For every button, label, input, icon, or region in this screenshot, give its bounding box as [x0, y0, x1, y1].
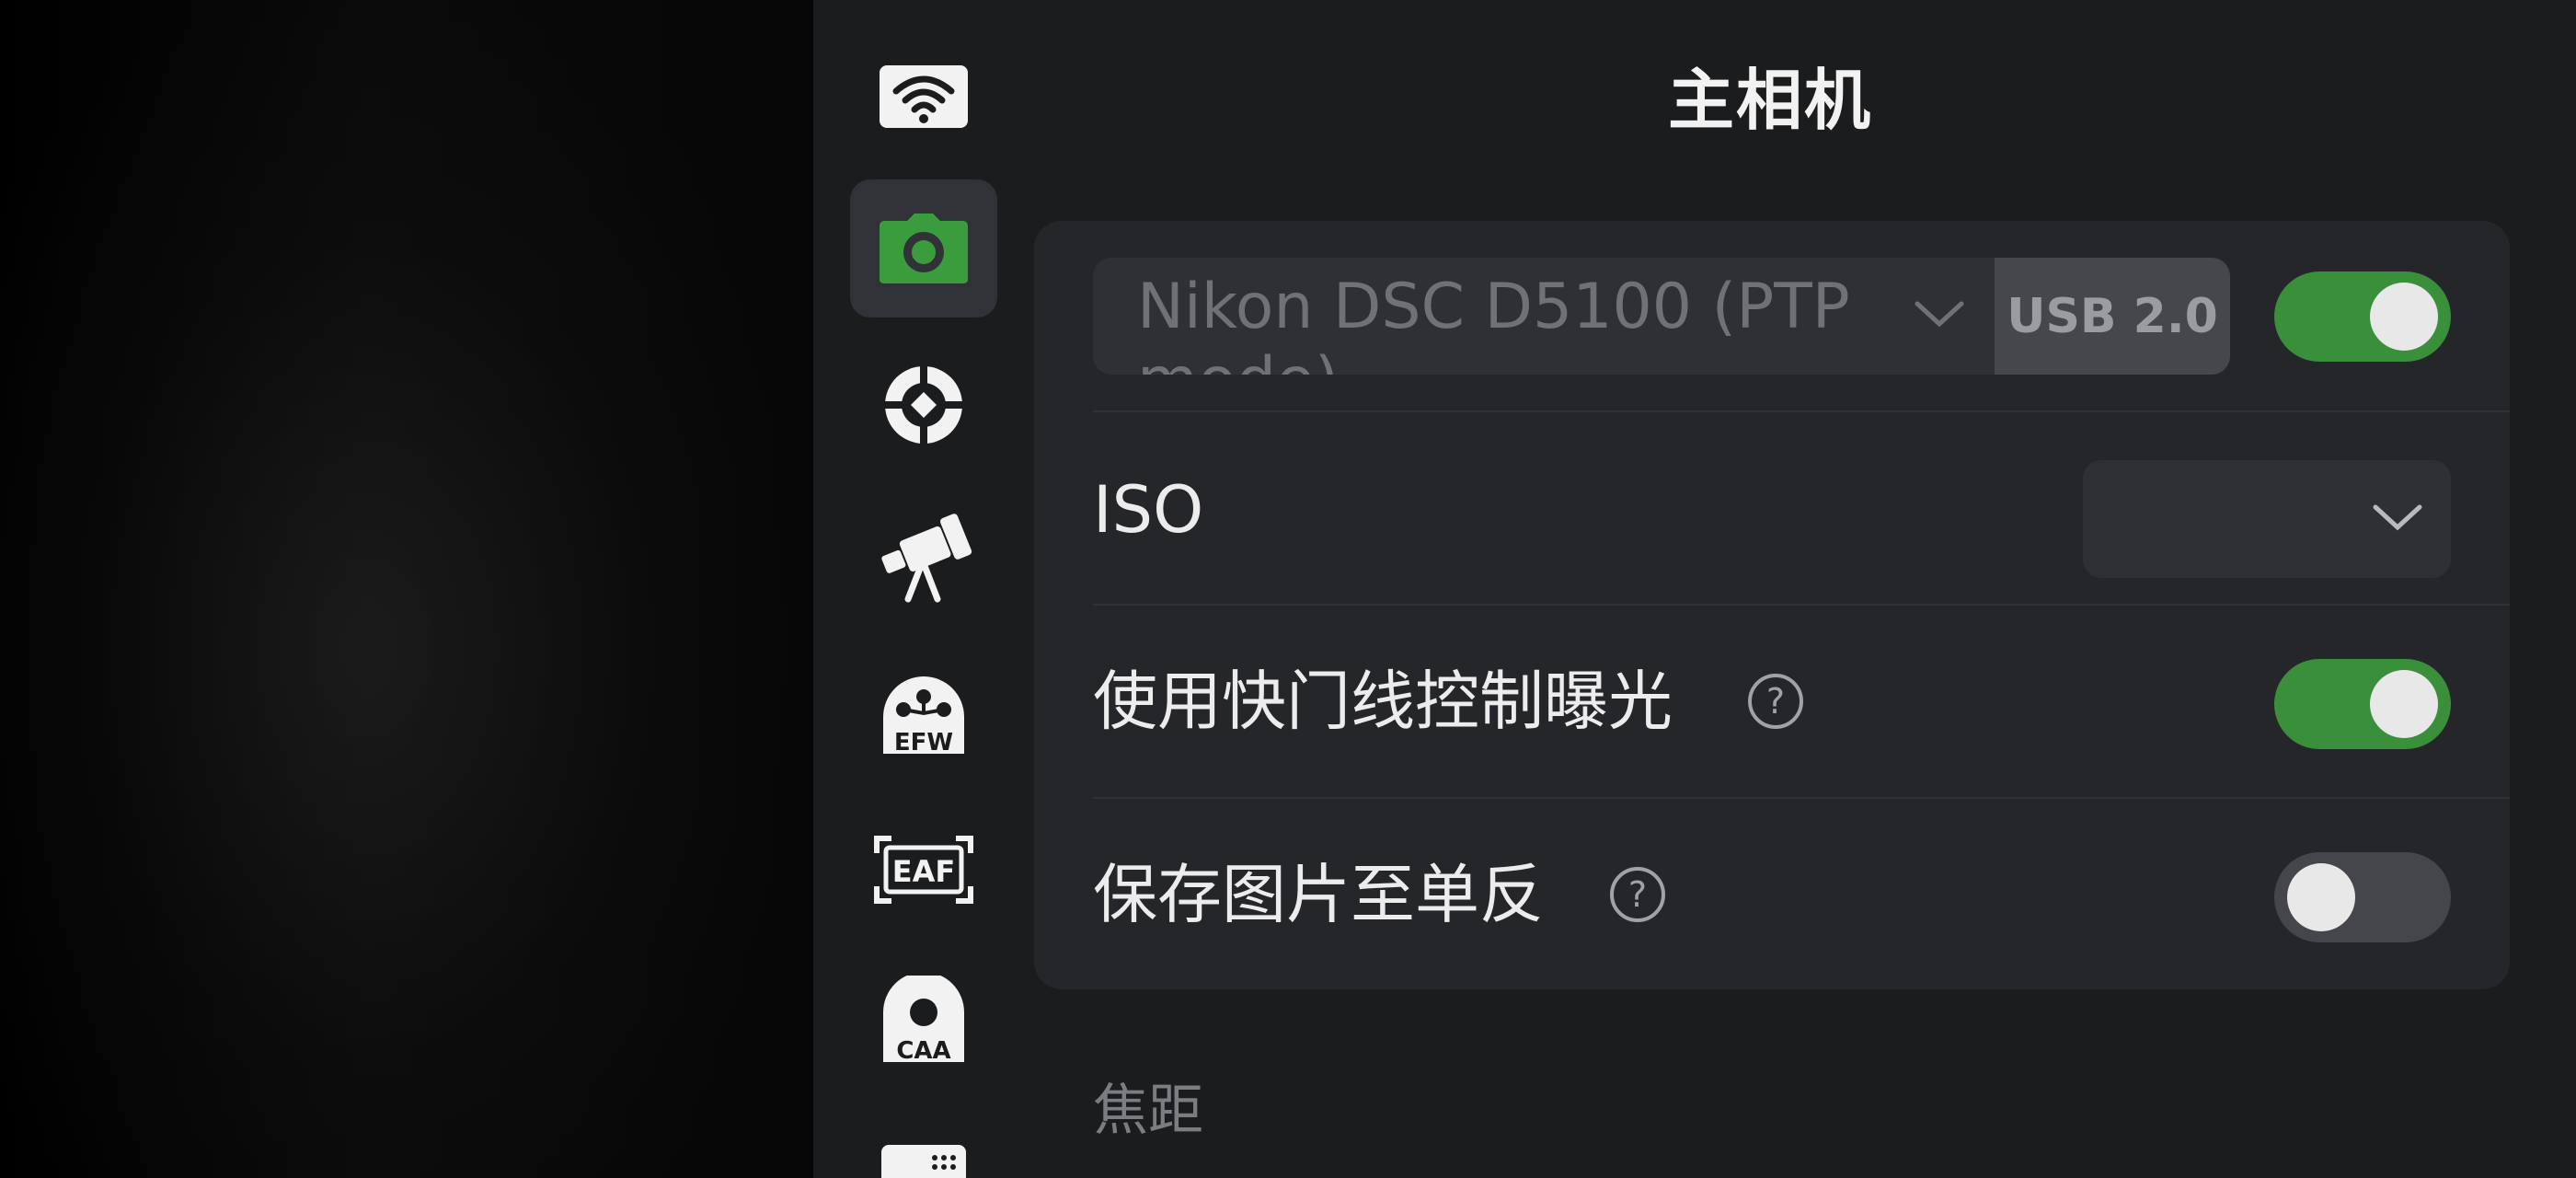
svg-text:?: ?	[1628, 874, 1647, 915]
device-sidebar: EFW EAF CAA	[813, 0, 1034, 1178]
wifi-icon	[880, 65, 968, 128]
chevron-down-icon	[1915, 301, 1964, 328]
camera-settings-card: Nikon DSC D5100 (PTP mode) USB 2.0 ISO 使…	[1034, 221, 2510, 989]
sidebar-item-more[interactable]	[850, 1104, 997, 1178]
sidebar-item-camera[interactable]	[850, 179, 997, 318]
filter-wheel-badge: EFW	[894, 729, 953, 756]
save-to-dslr-label: 保存图片至单反	[1093, 857, 1544, 932]
shutter-release-row: 使用快门线控制曝光 ?	[1093, 607, 2510, 799]
help-icon[interactable]: ?	[1746, 672, 1805, 731]
filter-wheel-icon: EFW	[883, 676, 964, 756]
guide-scope-icon	[883, 364, 964, 445]
chevron-down-icon	[2373, 504, 2422, 531]
shutter-release-label: 使用快门线控制曝光	[1093, 664, 1673, 739]
toggle-knob	[2370, 670, 2438, 738]
telescope-icon	[881, 514, 972, 603]
sidebar-item-telescope[interactable]	[850, 488, 997, 626]
sidebar-item-focuser[interactable]: EAF	[850, 801, 997, 939]
iso-label: ISO	[1093, 472, 1204, 548]
save-to-dslr-toggle[interactable]	[2274, 852, 2451, 942]
focuser-icon: EAF	[874, 836, 973, 904]
save-to-dslr-row: 保存图片至单反 ?	[1093, 801, 2451, 992]
camera-select-dropdown[interactable]: Nikon DSC D5100 (PTP mode)	[1093, 258, 1995, 375]
image-viewer-area[interactable]	[0, 0, 813, 1178]
sidebar-item-filter-wheel[interactable]: EFW	[850, 644, 997, 782]
toggle-knob	[2287, 863, 2355, 931]
divider	[1093, 604, 2510, 606]
svg-text:?: ?	[1766, 681, 1785, 722]
toggle-knob	[2370, 283, 2438, 351]
shutter-release-toggle[interactable]	[2274, 659, 2451, 749]
iso-select-dropdown[interactable]	[2083, 460, 2451, 578]
camera-icon	[880, 214, 968, 283]
page-title: 主相机	[1667, 62, 1872, 139]
divider	[1093, 797, 2510, 799]
camera-enable-toggle[interactable]	[2274, 271, 2451, 362]
rotator-icon: CAA	[883, 976, 964, 1065]
rotator-badge: CAA	[896, 1037, 950, 1065]
focal-length-section-label: 焦距	[1093, 1079, 1203, 1143]
sidebar-item-rotator[interactable]: CAA	[850, 953, 997, 1091]
usb-connection-badge: USB 2.0	[1995, 258, 2230, 375]
camera-name: Nikon DSC D5100 (PTP mode)	[1137, 271, 1850, 375]
focuser-badge: EAF	[892, 854, 955, 889]
iso-row: ISO	[1093, 414, 2510, 606]
more-device-icon	[881, 1145, 966, 1178]
sidebar-item-guider[interactable]	[850, 336, 997, 474]
help-icon[interactable]: ?	[1608, 865, 1667, 924]
divider	[1093, 410, 2510, 412]
sidebar-item-wifi[interactable]	[850, 28, 997, 166]
camera-select-row: Nikon DSC D5100 (PTP mode) USB 2.0	[1093, 221, 2510, 412]
